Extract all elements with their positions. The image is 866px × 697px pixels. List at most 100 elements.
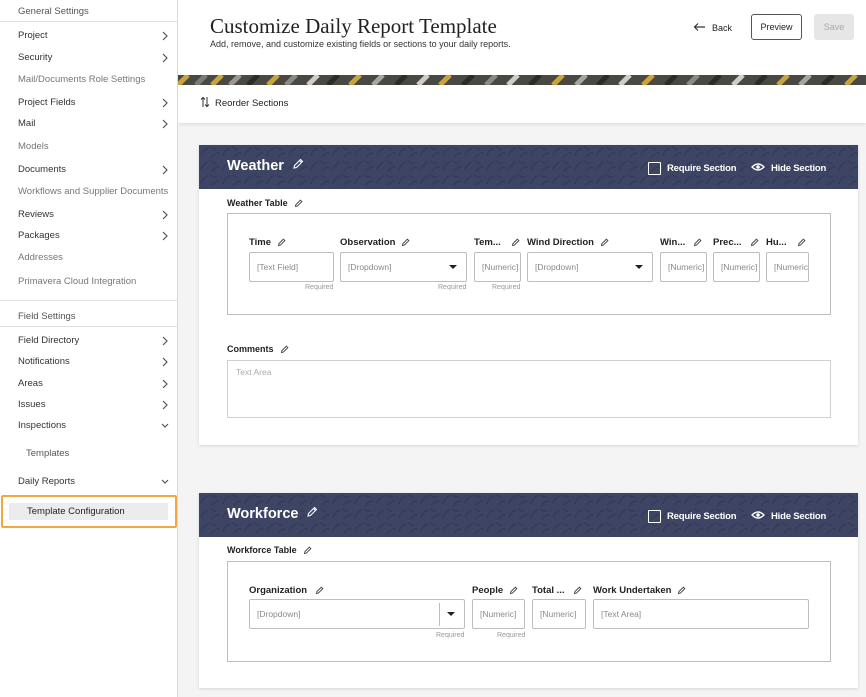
weather-section: Weather Require Section Hide Section Wea… xyxy=(199,145,858,445)
required-indicator: Required xyxy=(492,284,521,291)
save-button[interactable]: Save xyxy=(814,14,854,40)
section-title: Workforce xyxy=(227,506,318,522)
column-label-precipitation: Prec... xyxy=(713,237,759,248)
sidebar-item-label: Issues xyxy=(18,399,46,410)
sidebar-item-label: Reviews xyxy=(18,209,54,220)
back-button[interactable]: Back xyxy=(693,19,732,37)
require-section-checkbox[interactable]: Require Section xyxy=(648,510,737,523)
people-numeric-field[interactable]: [Numeric] xyxy=(472,599,525,629)
sidebar-item-notifications[interactable]: Notifications xyxy=(18,355,174,369)
sidebar-item-field-directory[interactable]: Field Directory xyxy=(18,334,174,348)
reorder-sections-button[interactable]: Reorder Sections xyxy=(200,96,288,111)
sidebar-item-documents[interactable]: Documents xyxy=(18,163,174,177)
temperature-numeric-field[interactable]: [Numeric] xyxy=(474,252,521,282)
pencil-icon[interactable] xyxy=(306,506,318,522)
pencil-icon[interactable] xyxy=(600,238,609,247)
decorative-banner xyxy=(178,75,866,85)
work-undertaken-textarea[interactable]: [Text Area] xyxy=(593,599,809,629)
wind-direction-dropdown[interactable]: [Dropdown] xyxy=(527,252,653,282)
sidebar-item-project-fields[interactable]: Project Fields xyxy=(18,96,174,110)
pencil-icon[interactable] xyxy=(797,238,806,247)
pencil-icon[interactable] xyxy=(315,586,324,595)
pencil-icon[interactable] xyxy=(292,158,304,174)
divider xyxy=(439,603,440,626)
sidebar-item-label: Workflows and Supplier Documents xyxy=(18,186,169,197)
general-settings-heading: General Settings xyxy=(18,6,89,17)
sidebar-item-label: Mail xyxy=(18,118,36,129)
chevron-right-icon xyxy=(160,229,170,243)
field-placeholder: [Numeric] xyxy=(668,262,705,272)
back-label: Back xyxy=(712,23,733,33)
pencil-icon[interactable] xyxy=(401,238,410,247)
require-section-label: Require Section xyxy=(667,163,737,174)
divider xyxy=(0,300,177,301)
column-label-text: Prec... xyxy=(713,237,742,248)
sidebar-item-project[interactable]: Project xyxy=(18,29,174,43)
sidebar-item-packages[interactable]: Packages xyxy=(18,229,174,243)
arrow-left-icon xyxy=(693,22,706,34)
pencil-icon[interactable] xyxy=(277,238,286,247)
field-label-text: Comments xyxy=(227,344,274,354)
pencil-icon[interactable] xyxy=(693,238,702,247)
field-placeholder: [Numeric] xyxy=(774,262,809,272)
chevron-right-icon xyxy=(160,355,170,369)
field-label-text: Weather Table xyxy=(227,198,288,208)
pencil-icon[interactable] xyxy=(280,344,289,354)
observation-dropdown[interactable]: [Dropdown] xyxy=(340,252,467,282)
pencil-icon[interactable] xyxy=(573,586,582,595)
sidebar-item-areas[interactable]: Areas xyxy=(18,377,174,391)
field-label-text: Workforce Table xyxy=(227,545,297,555)
sidebar-item-template-configuration[interactable]: Template Configuration xyxy=(1,495,177,528)
sidebar-item-templates[interactable]: Templates xyxy=(26,447,166,461)
total-numeric-field[interactable]: [Numeric] xyxy=(532,599,586,629)
column-label-text: Hu... xyxy=(766,237,787,248)
column-label-text: People xyxy=(472,585,504,596)
preview-button[interactable]: Preview xyxy=(751,14,802,40)
sidebar-item-inspections[interactable]: Inspections xyxy=(18,419,174,433)
sidebar-item-reviews[interactable]: Reviews xyxy=(18,208,174,222)
sidebar-item-mail-documents-role-settings[interactable]: Mail/Documents Role Settings xyxy=(18,73,174,87)
pencil-icon[interactable] xyxy=(509,586,518,595)
sidebar-item-label: Documents xyxy=(18,164,67,175)
sidebar-item-addresses[interactable]: Addresses xyxy=(18,251,174,265)
sidebar-item-mail[interactable]: Mail xyxy=(18,117,174,131)
caret-down-icon xyxy=(635,265,643,269)
sidebar-item-primavera-cloud-integration[interactable]: Primavera Cloud Integration xyxy=(18,275,174,289)
pencil-icon[interactable] xyxy=(677,586,686,595)
pencil-icon[interactable] xyxy=(294,198,303,208)
sidebar-item-security[interactable]: Security xyxy=(18,51,174,65)
time-text-field[interactable]: [Text Field] xyxy=(249,252,334,282)
pencil-icon[interactable] xyxy=(511,238,520,247)
sidebar-item-label: Mail/Documents Role Settings xyxy=(18,74,146,85)
sidebar-item-label: Templates xyxy=(26,448,70,459)
column-label-wind-speed: Win... xyxy=(660,237,702,248)
column-label-total: Total ... xyxy=(532,585,582,596)
column-label-text: Work Undertaken xyxy=(593,585,672,596)
sidebar-item-label: Project Fields xyxy=(18,97,76,108)
hide-section-toggle[interactable]: Hide Section xyxy=(751,162,826,175)
wind-speed-numeric-field[interactable]: [Numeric] xyxy=(660,252,707,282)
divider xyxy=(0,326,177,327)
checkbox-icon xyxy=(648,162,661,175)
selected-highlight: Template Configuration xyxy=(9,503,168,520)
sidebar-item-daily-reports[interactable]: Daily Reports xyxy=(18,475,174,489)
precipitation-numeric-field[interactable]: [Numeric] xyxy=(713,252,760,282)
sidebar-item-label: Template Configuration xyxy=(27,506,125,517)
pencil-icon[interactable] xyxy=(750,238,759,247)
field-placeholder: Text Area xyxy=(236,367,272,377)
sidebar-item-label: Notifications xyxy=(18,356,70,367)
sidebar-item-issues[interactable]: Issues xyxy=(18,398,174,412)
comments-textarea[interactable]: Text Area xyxy=(227,360,831,418)
organization-dropdown[interactable]: [Dropdown] xyxy=(249,599,465,629)
chevron-right-icon xyxy=(160,334,170,348)
hide-section-toggle[interactable]: Hide Section xyxy=(751,510,826,523)
chevron-right-icon xyxy=(160,398,170,412)
column-label-organization: Organization xyxy=(249,585,324,596)
sidebar-item-workflows[interactable]: Workflows and Supplier Documents xyxy=(18,185,174,199)
require-section-checkbox[interactable]: Require Section xyxy=(648,162,737,175)
page-title: Customize Daily Report Template xyxy=(210,14,497,38)
column-label-text: Time xyxy=(249,237,272,248)
pencil-icon[interactable] xyxy=(303,545,312,555)
sidebar-item-models[interactable]: Models xyxy=(18,140,174,154)
humidity-numeric-field[interactable]: [Numeric] xyxy=(766,252,809,282)
